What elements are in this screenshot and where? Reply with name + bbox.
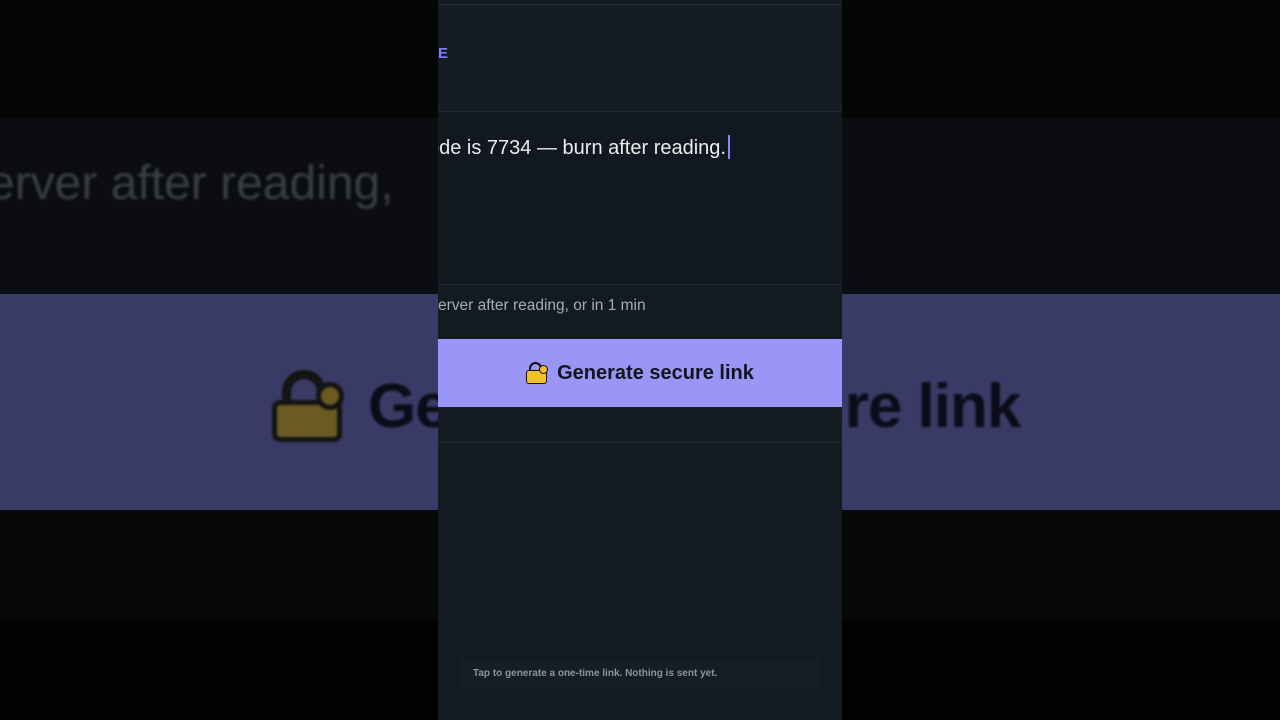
message-text-line: ode is 7734 — burn after reading.	[438, 135, 730, 160]
generate-secure-link-button[interactable]: Generate secure link	[438, 339, 842, 407]
phone-screen: E ode is 7734 — burn after reading. erve…	[438, 0, 842, 720]
header-title-fragment: E	[438, 45, 450, 62]
video-frame: erver after reading, Ge re link E ode is…	[0, 0, 1280, 720]
backdrop-lock-icon	[272, 370, 346, 442]
button-footer-strip	[438, 407, 842, 443]
text-cursor	[727, 135, 730, 159]
hint-bar: Tap to generate a one-time link. Nothing…	[460, 658, 820, 688]
expiry-setting-row[interactable]: erver after reading, or in 1 min	[438, 284, 842, 339]
expiry-text: erver after reading, or in 1 min	[438, 297, 646, 314]
backdrop-message-text: erver after reading,	[0, 157, 394, 210]
generate-button-label: Generate secure link	[557, 361, 754, 384]
backdrop-button-text-left: Ge	[368, 371, 450, 441]
hint-text: Tap to generate a one-time link. Nothing…	[473, 667, 718, 679]
backdrop-button-text-right: re link	[844, 371, 1022, 441]
message-textarea[interactable]: ode is 7734 — burn after reading.	[438, 112, 842, 284]
app-header: E	[438, 4, 842, 112]
message-text: ode is 7734 — burn after reading.	[438, 137, 726, 159]
lock-with-key-icon	[526, 362, 549, 384]
